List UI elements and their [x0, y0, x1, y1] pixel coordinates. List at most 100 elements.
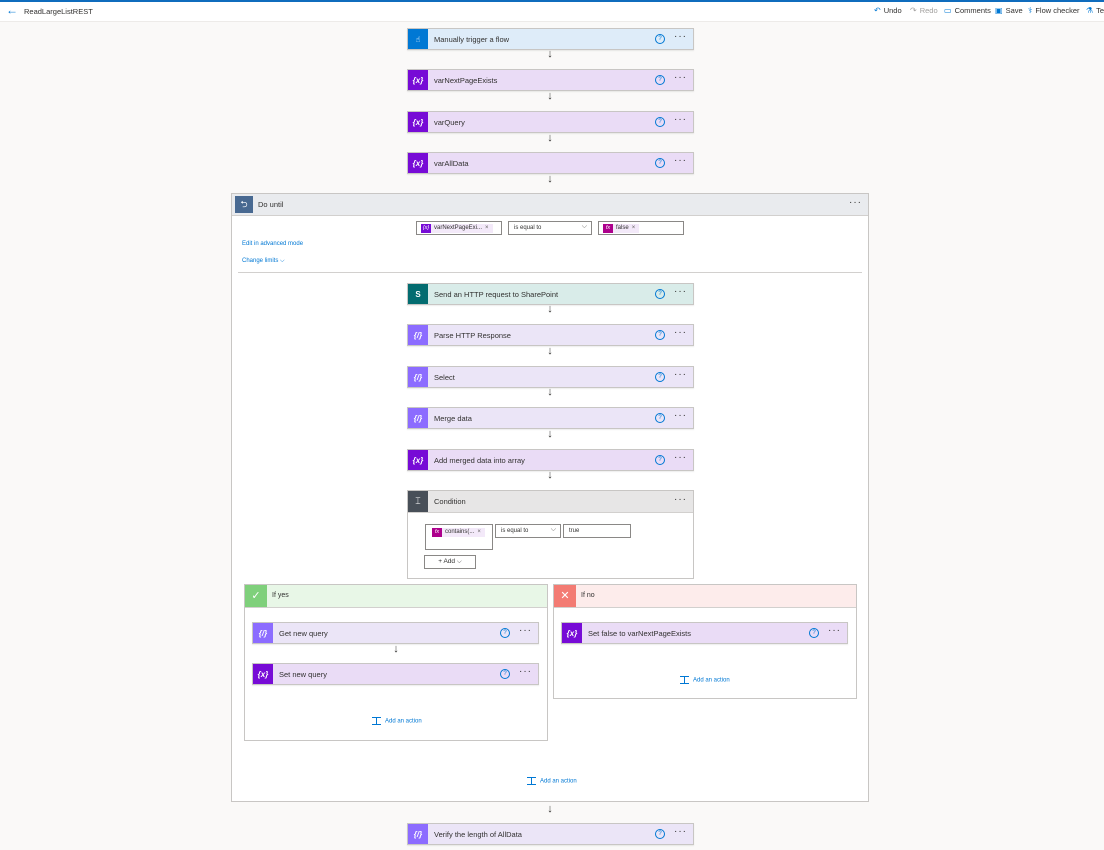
more-options-icon[interactable]: ···	[849, 197, 862, 208]
variable-token[interactable]: {x} varNextPageExi... ×	[421, 224, 493, 233]
condition-right-operand[interactable]: true	[563, 524, 631, 538]
if-no-header[interactable]: ✕ If no	[554, 585, 856, 608]
top-command-bar: ← ReadLargeListREST ↶ Undo ↷ Redo ▭ Comment…	[0, 0, 1104, 22]
save-icon: ▣	[995, 6, 1003, 15]
back-arrow-icon[interactable]: ←	[6, 3, 18, 17]
variable-card-query[interactable]: {x} varQuery ? ···	[407, 111, 694, 133]
help-icon[interactable]: ?	[655, 117, 665, 127]
condition-left-operand[interactable]: fx contains(... ×	[425, 524, 493, 550]
add-action-icon	[680, 676, 689, 684]
connector-arrow-icon: ↓	[547, 469, 553, 481]
help-icon[interactable]: ?	[655, 75, 665, 85]
more-options-icon[interactable]: ···	[674, 327, 687, 338]
remove-token-icon[interactable]: ×	[485, 224, 489, 233]
help-icon[interactable]: ?	[655, 330, 665, 340]
connector-arrow-icon: ↓	[547, 90, 553, 102]
data-operation-icon: {/}	[408, 367, 428, 387]
help-icon[interactable]: ?	[809, 628, 819, 638]
verify-length-card[interactable]: {/} Verify the length of AllData ? ···	[407, 823, 694, 845]
trigger-card[interactable]: ☝ Manually trigger a flow ? ···	[407, 28, 694, 50]
if-yes-title: If yes	[272, 592, 289, 599]
sharepoint-http-card[interactable]: S Send an HTTP request to SharePoint ? ·…	[407, 283, 694, 305]
help-icon[interactable]: ?	[655, 372, 665, 382]
more-options-icon[interactable]: ···	[519, 625, 532, 636]
data-operation-icon: {/}	[253, 623, 273, 643]
loop-add-action-link[interactable]: Add an action	[527, 777, 577, 785]
help-icon[interactable]: ?	[655, 289, 665, 299]
set-false-card[interactable]: {x} Set false to varNextPageExists ? ···	[561, 622, 848, 644]
more-options-icon[interactable]: ···	[674, 155, 687, 166]
more-options-icon[interactable]: ···	[674, 114, 687, 125]
redo-button[interactable]: ↷ Redo	[910, 6, 938, 15]
variable-icon: {x}	[253, 664, 273, 684]
do-until-operator-select[interactable]: is equal to ⌵	[508, 221, 592, 235]
function-icon: fx	[603, 224, 613, 233]
variable-icon: {x}	[408, 153, 428, 173]
card-title: Send an HTTP request to SharePoint	[434, 290, 559, 299]
add-condition-button[interactable]: + Add ⌵	[424, 555, 476, 569]
more-options-icon[interactable]: ···	[674, 31, 687, 42]
condition-header[interactable]: ⌶ Condition ···	[408, 491, 693, 513]
more-options-icon[interactable]: ···	[674, 410, 687, 421]
if-yes-header[interactable]: ✓ If yes	[245, 585, 547, 608]
more-options-icon[interactable]: ···	[674, 494, 687, 505]
variable-card-next-page[interactable]: {x} varNextPageExists ? ···	[407, 69, 694, 91]
more-options-icon[interactable]: ···	[674, 452, 687, 463]
more-options-icon[interactable]: ···	[674, 826, 687, 837]
card-title: Manually trigger a flow	[434, 35, 510, 44]
select-card[interactable]: {/} Select ? ···	[407, 366, 694, 388]
more-options-icon[interactable]: ···	[674, 286, 687, 297]
set-new-query-card[interactable]: {x} Set new query ? ···	[252, 663, 539, 685]
append-array-card[interactable]: {x} Add merged data into array ? ···	[407, 449, 694, 471]
remove-token-icon[interactable]: ×	[477, 528, 481, 537]
do-until-title: Do until	[258, 200, 284, 209]
variable-icon: {x}	[408, 70, 428, 90]
connector-arrow-icon: ↓	[547, 345, 553, 357]
loop-icon: ⮌	[235, 196, 253, 213]
do-until-right-operand[interactable]: fx false ×	[598, 221, 684, 235]
add-action-icon	[372, 717, 381, 725]
card-title: Parse HTTP Response	[434, 331, 511, 340]
remove-token-icon[interactable]: ×	[632, 224, 636, 233]
if-yes-add-action-link[interactable]: Add an action	[372, 717, 422, 725]
change-limits-link[interactable]: Change limits ⌵	[242, 258, 285, 265]
help-icon[interactable]: ?	[655, 34, 665, 44]
test-button[interactable]: ⚗ Te	[1086, 6, 1104, 15]
flow-checker-button[interactable]: ⚕ Flow checker	[1028, 6, 1080, 15]
plus-icon: +	[438, 558, 442, 565]
condition-operator-select[interactable]: is equal to ⌵	[495, 524, 561, 538]
help-icon[interactable]: ?	[655, 158, 665, 168]
edit-advanced-mode-link[interactable]: Edit in advanced mode	[242, 241, 303, 247]
connector-arrow-icon: ↓	[547, 428, 553, 440]
connector-arrow-icon: ↓	[547, 48, 553, 60]
get-new-query-card[interactable]: {/} Get new query ? ···	[252, 622, 539, 644]
do-until-left-operand[interactable]: {x} varNextPageExi... ×	[416, 221, 502, 235]
expression-token[interactable]: fx false ×	[603, 224, 640, 233]
stethoscope-icon: ⚕	[1028, 6, 1033, 15]
comments-button[interactable]: ▭ Comments	[944, 6, 991, 15]
data-operation-icon: {/}	[408, 408, 428, 428]
more-options-icon[interactable]: ···	[828, 625, 841, 636]
more-options-icon[interactable]: ···	[519, 666, 532, 677]
more-options-icon[interactable]: ···	[674, 72, 687, 83]
help-icon[interactable]: ?	[655, 413, 665, 423]
checkmark-icon: ✓	[245, 585, 267, 607]
connector-arrow-icon: ↓	[547, 803, 553, 815]
connector-arrow-icon: ↓	[393, 643, 399, 655]
variable-card-all-data[interactable]: {x} varAllData ? ···	[407, 152, 694, 174]
more-options-icon[interactable]: ···	[674, 369, 687, 380]
undo-button[interactable]: ↶ Undo	[874, 6, 902, 15]
help-icon[interactable]: ?	[500, 628, 510, 638]
help-icon[interactable]: ?	[500, 669, 510, 679]
condition-card: ⌶ Condition ··· fx contains(... × is equal…	[407, 490, 694, 579]
loop-divider	[238, 272, 862, 273]
help-icon[interactable]: ?	[655, 829, 665, 839]
expression-token[interactable]: fx contains(... ×	[432, 528, 485, 537]
help-icon[interactable]: ?	[655, 455, 665, 465]
if-no-add-action-link[interactable]: Add an action	[680, 676, 730, 684]
merge-data-card[interactable]: {/} Merge data ? ···	[407, 407, 694, 429]
save-button[interactable]: ▣ Save	[995, 6, 1023, 15]
function-icon: fx	[432, 528, 442, 537]
do-until-header[interactable]: ⮌ Do until ···	[232, 194, 868, 216]
parse-json-card[interactable]: {/} Parse HTTP Response ? ···	[407, 324, 694, 346]
